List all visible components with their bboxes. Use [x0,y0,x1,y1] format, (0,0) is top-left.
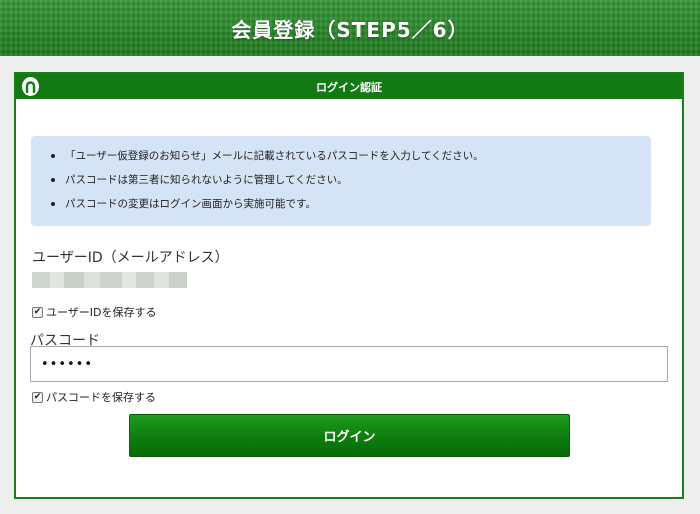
userid-value-redacted [32,270,187,290]
save-userid-label[interactable]: ユーザーIDを保存する [46,304,157,320]
info-item: 「ユーザー仮登録のお知らせ」メールに記載されているパスコードを入力してください。 [51,147,651,171]
save-userid-row[interactable]: ✔ ユーザーIDを保存する [32,304,157,320]
save-passcode-checkbox[interactable]: ✔ [32,391,43,403]
save-passcode-label[interactable]: パスコードを保存する [46,389,156,405]
panel-title: ログイン認証 [316,80,382,94]
page-header: 会員登録（STEP5／6） [0,0,700,56]
horseshoe-icon [22,77,39,96]
panel-header: ログイン認証 [16,74,682,99]
info-item: パスコードは第三者に知られないように管理してください。 [51,171,651,195]
save-userid-checkbox[interactable]: ✔ [32,306,43,318]
passcode-input[interactable] [30,346,668,382]
login-panel: ログイン認証 「ユーザー仮登録のお知らせ」メールに記載されているパスコードを入力… [14,72,684,499]
info-item: パスコードの変更はログイン画面から実施可能です。 [51,195,651,219]
save-passcode-row[interactable]: ✔ パスコードを保存する [32,389,156,405]
page-title: 会員登録（STEP5／6） [231,17,469,42]
userid-label: ユーザーID（メールアドレス） [32,250,229,266]
login-button[interactable]: ログイン [129,414,570,457]
info-box: 「ユーザー仮登録のお知らせ」メールに記載されているパスコードを入力してください。… [31,136,651,226]
